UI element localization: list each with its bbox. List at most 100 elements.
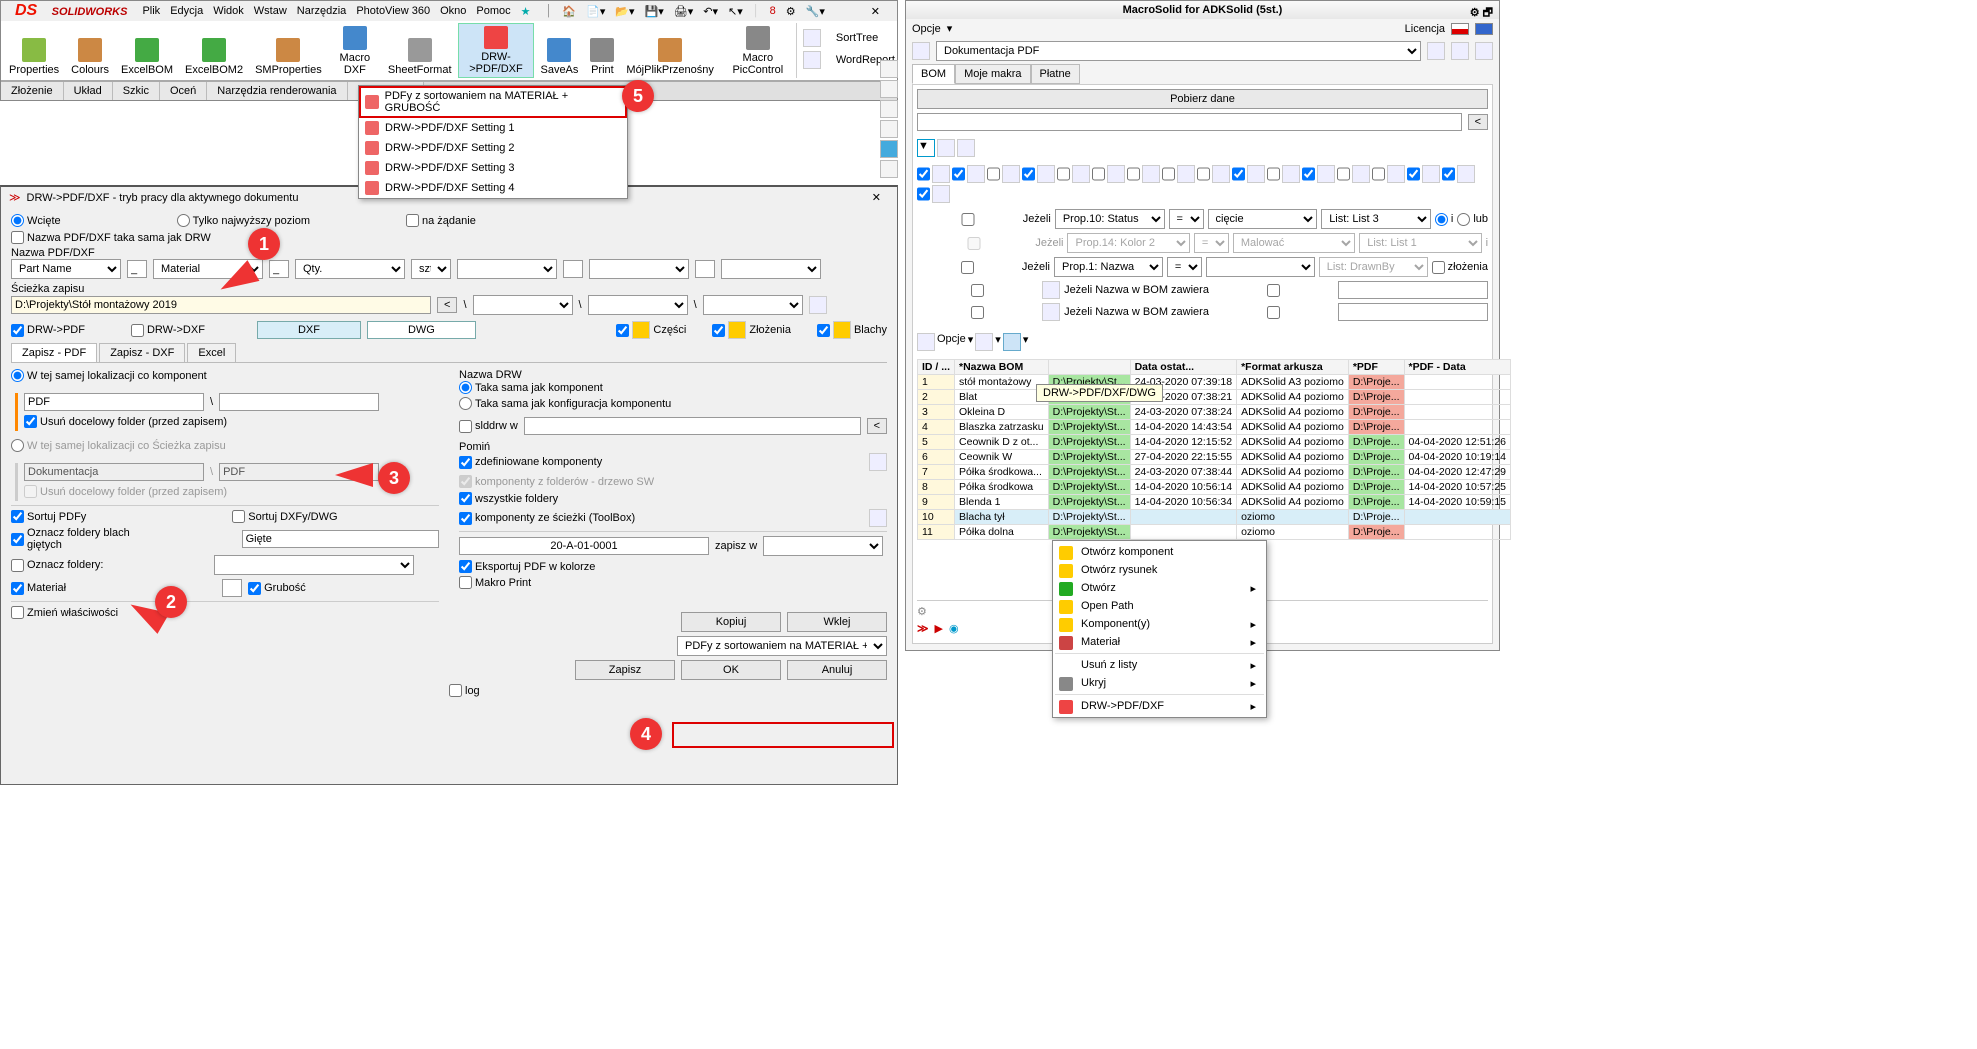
f-icon-15[interactable] xyxy=(1422,165,1440,183)
kopiuj-button[interactable]: Kopiuj xyxy=(681,612,781,632)
tool-colours[interactable]: Colours xyxy=(65,23,115,78)
filter-chk-4[interactable] xyxy=(1022,165,1035,183)
tool-print[interactable]: Print xyxy=(584,23,620,78)
f-icon-1[interactable] xyxy=(932,165,950,183)
table-row[interactable]: 10Blacha tyłD:\Projekty\St...oziomoD:\Pr… xyxy=(918,510,1511,525)
ctx-otworz-komponent[interactable]: Otwórz komponent xyxy=(1055,543,1264,561)
slddrw-back-button[interactable]: < xyxy=(867,418,887,434)
col-pdf-data[interactable]: *PDF - Data xyxy=(1404,360,1511,375)
dropdown-item-setting1[interactable]: DRW->PDF/DXF Setting 1 xyxy=(359,118,627,138)
settings-icons[interactable]: ⚙ 🗗 xyxy=(1470,4,1493,23)
menu-okno[interactable]: Okno xyxy=(440,5,466,17)
select-qty[interactable]: Qty. xyxy=(295,259,405,279)
path-seg-2[interactable] xyxy=(588,295,688,315)
check-sortuj-pdf[interactable]: Sortuj PDFy xyxy=(11,510,86,523)
tab-platne[interactable]: Płatne xyxy=(1031,64,1080,84)
filter1-list[interactable]: List: List 3 xyxy=(1321,209,1431,229)
flag-uk-icon[interactable] xyxy=(1475,23,1493,35)
check-nazwa-drw[interactable]: Nazwa PDF/DXF taka sama jak DRW xyxy=(11,231,211,244)
filter-chk-8[interactable] xyxy=(1162,165,1175,183)
path-seg-1[interactable] xyxy=(473,295,573,315)
check-czesci[interactable]: Części xyxy=(616,321,686,339)
tab-zapisz-pdf[interactable]: Zapisz - PDF xyxy=(11,343,97,362)
filter-chk-5[interactable] xyxy=(1057,165,1070,183)
tool-excelbom2[interactable]: ExcelBOM2 xyxy=(179,23,249,78)
f-icon-7[interactable] xyxy=(1142,165,1160,183)
ctx-drw-pdf-dxf[interactable]: DRW->PDF/DXF xyxy=(1055,697,1264,715)
check-oznacz-foldery[interactable]: Oznacz foldery: xyxy=(11,559,103,572)
dropdown-item-setting4[interactable]: DRW->PDF/DXF Setting 4 xyxy=(359,178,627,198)
pdf-folder-input-2[interactable] xyxy=(219,393,379,411)
select-empty-1[interactable] xyxy=(457,259,557,279)
tab-szkic[interactable]: Szkic xyxy=(113,82,160,100)
pdf-folder-input[interactable] xyxy=(24,393,204,411)
adk-icon[interactable]: ≫ xyxy=(917,622,929,635)
table-row[interactable]: 7Półka środkowa...D:\Projekty\St...24-03… xyxy=(918,465,1511,480)
nazwa-bom-chk-2[interactable] xyxy=(917,306,1038,319)
filter3-prop[interactable]: Prop.1: Nazwa xyxy=(1054,257,1163,277)
tool-smproperties[interactable]: SMProperties xyxy=(249,23,328,78)
print-icon[interactable]: 🖨▾ xyxy=(674,5,694,18)
check-komponenty-sciezki[interactable]: komponenty ze ścieżki (ToolBox) xyxy=(459,512,635,525)
check-zmien-wlasciwosci[interactable]: Zmień właściwości xyxy=(11,606,118,619)
ok-button[interactable]: OK xyxy=(681,660,781,680)
check-zlozenia[interactable]: Złożenia xyxy=(712,321,791,339)
select-empty-3[interactable] xyxy=(721,259,821,279)
menu-pomoc[interactable]: Pomoc xyxy=(476,5,510,17)
tool-macro-dxf[interactable]: Macro DXF xyxy=(328,23,382,78)
check-blachy[interactable]: Blachy xyxy=(817,321,887,339)
filter-chk-6[interactable] xyxy=(1092,165,1105,183)
f-icon-4[interactable] xyxy=(1037,165,1055,183)
check-drw-dxf[interactable]: DRW->DXF xyxy=(131,324,205,337)
tb-icon-1[interactable] xyxy=(917,333,935,351)
check-slddrw[interactable]: slddrw w xyxy=(459,420,518,433)
ctx-ukryj[interactable]: Ukryj xyxy=(1055,674,1264,692)
tool-macro-pic[interactable]: Macro PicControl xyxy=(720,23,796,78)
menu-narzedzia[interactable]: Narzędzia xyxy=(297,5,347,17)
table-row[interactable]: 6Ceownik WD:\Projekty\St...27-04-2020 22… xyxy=(918,450,1511,465)
nazwa-bom-input-1[interactable] xyxy=(1338,281,1488,299)
f-icon-17[interactable] xyxy=(932,185,950,203)
menu-widok[interactable]: Widok xyxy=(213,5,244,17)
toggle-dxf[interactable]: DXF xyxy=(257,321,361,339)
path-input[interactable] xyxy=(11,296,431,314)
check-log[interactable]: log xyxy=(449,684,480,697)
down-icon[interactable] xyxy=(1475,42,1493,60)
list-icon[interactable] xyxy=(880,160,898,178)
table-row[interactable]: 3Okleina DD:\Projekty\St...24-03-2020 07… xyxy=(918,405,1511,420)
pobierz-dane-button[interactable]: Pobierz dane xyxy=(917,89,1488,109)
zapisz-button[interactable]: Zapisz xyxy=(575,660,675,680)
tool-drw-pdf-dxf[interactable]: DRW->PDF/DXF xyxy=(458,23,535,78)
tool-sorttree[interactable]: SortTree xyxy=(803,29,895,47)
anuluj-button[interactable]: Anuluj xyxy=(787,660,887,680)
check-eksport-kolor[interactable]: Eksportuj PDF w kolorze xyxy=(459,560,595,573)
f-icon-8[interactable] xyxy=(1177,165,1195,183)
tb-icon-3[interactable] xyxy=(1003,333,1021,351)
separator-input-1[interactable] xyxy=(127,260,147,278)
gear-icon[interactable]: 🔧▾ xyxy=(806,5,825,18)
check-grubosc[interactable]: Grubość xyxy=(248,582,306,595)
table-row[interactable]: 2BlatD:\Projekty\St...24-03-2020 07:38:2… xyxy=(918,390,1511,405)
oznacz-foldery-select[interactable] xyxy=(214,555,414,575)
dropdown-item-setting3[interactable]: DRW->PDF/DXF Setting 3 xyxy=(359,158,627,178)
close-dialog-icon[interactable]: ✕ xyxy=(864,191,889,204)
filter1-prop[interactable]: Prop.10: Status xyxy=(1055,209,1165,229)
window-icon[interactable] xyxy=(880,120,898,138)
f-icon-2[interactable] xyxy=(967,165,985,183)
wklej-button[interactable]: Wklej xyxy=(787,612,887,632)
separator-input-2[interactable] xyxy=(269,260,289,278)
traffic-icon[interactable]: 8 xyxy=(770,5,776,17)
f-icon-16[interactable] xyxy=(1457,165,1475,183)
grid2-icon[interactable] xyxy=(957,139,975,157)
tab-rendering[interactable]: Narzędzia renderowania xyxy=(207,82,347,100)
check-zlozenia-filter[interactable]: złożenia xyxy=(1432,261,1488,274)
opcje-menu[interactable]: Opcje xyxy=(912,23,941,35)
check-na-zadanie[interactable]: na żądanie xyxy=(406,214,476,227)
filter-chk-11[interactable] xyxy=(1267,165,1280,183)
nazwa-bom-input-2[interactable] xyxy=(1338,303,1488,321)
filter-chk-14[interactable] xyxy=(1372,165,1385,183)
check-wszystkie-foldery[interactable]: wszystkie foldery xyxy=(459,492,558,505)
dokumentacja-select[interactable]: Dokumentacja PDF xyxy=(936,41,1421,61)
flag-pl-icon[interactable] xyxy=(1451,23,1469,35)
zapiszw-select[interactable] xyxy=(763,536,883,556)
